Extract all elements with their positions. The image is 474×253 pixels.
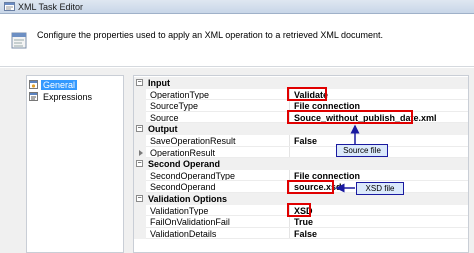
row-fail-on-validation-fail[interactable]: FailOnValidationFail True [134, 216, 468, 228]
collapse-icon[interactable]: − [136, 160, 143, 168]
highlight-operation-type [287, 87, 327, 101]
highlight-source [287, 110, 413, 124]
window-title: XML Task Editor [18, 2, 84, 12]
nav-label-general: General [41, 79, 78, 90]
property-name: SaveOperationResult [150, 136, 236, 146]
nav-item-general[interactable]: General [29, 79, 78, 90]
expand-arrow-icon[interactable] [139, 149, 143, 156]
app-icon [4, 2, 15, 11]
property-grid: − Input OperationType Validate SourceTyp… [133, 75, 469, 253]
nav-item-expressions[interactable]: Expressions [29, 91, 94, 102]
property-name: ValidationDetails [150, 228, 217, 239]
property-name: SourceType [150, 101, 199, 112]
row-operation-result[interactable]: OperationResult [134, 146, 468, 159]
property-value[interactable]: False [294, 136, 317, 146]
category-label: Output [148, 124, 178, 135]
row-validation-details[interactable]: ValidationDetails False [134, 227, 468, 240]
category-second-operand[interactable]: − Second Operand [134, 158, 468, 170]
category-output[interactable]: − Output [134, 123, 468, 135]
nav-label-expressions: Expressions [43, 91, 93, 102]
expressions-icon [29, 92, 38, 101]
editor-content: General Expressions − Input OperationTyp… [0, 68, 474, 253]
highlight-validation-type [287, 203, 311, 217]
callout-xsd-file: XSD file [356, 182, 404, 195]
general-icon [29, 80, 38, 89]
title-bar: XML Task Editor [0, 0, 474, 14]
collapse-icon[interactable]: − [136, 195, 143, 202]
collapse-icon[interactable]: − [136, 125, 143, 133]
property-name: OperationType [150, 89, 210, 100]
property-name: SecondOperand [150, 182, 216, 193]
property-name: Source [150, 112, 179, 123]
nav-list: General Expressions [26, 75, 124, 253]
property-value[interactable]: True [294, 217, 313, 227]
collapse-icon[interactable]: − [136, 79, 143, 86]
task-icon [11, 32, 27, 49]
property-name: ValidationType [150, 205, 209, 216]
property-name: OperationResult [150, 147, 216, 158]
header-panel: Configure the properties used to apply a… [0, 14, 474, 66]
property-name: FailOnValidationFail [150, 217, 230, 228]
property-value[interactable]: False [294, 229, 317, 239]
category-label: Input [148, 78, 170, 88]
category-label: Validation Options [148, 194, 228, 204]
highlight-second-operand [287, 180, 334, 194]
header-description: Configure the properties used to apply a… [37, 30, 384, 40]
row-save-operation-result[interactable]: SaveOperationResult False [134, 135, 468, 147]
property-name: SecondOperandType [150, 170, 236, 181]
category-label: Second Operand [148, 159, 221, 170]
callout-source-file: Source file [336, 144, 388, 157]
